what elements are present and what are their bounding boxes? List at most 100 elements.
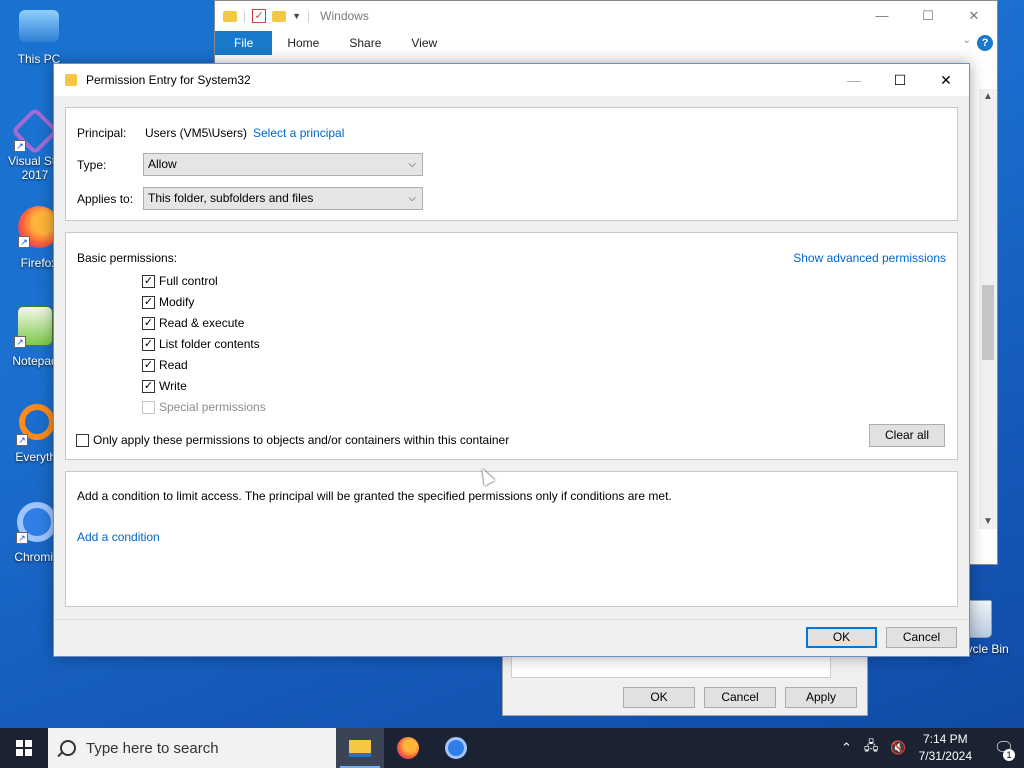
permission-label: Modify [159,295,195,309]
explorer-title-bar[interactable]: | ✓ ▼ | Windows — ☐ ✕ [215,1,997,31]
permission-label: Special permissions [159,400,266,414]
condition-description: Add a condition to limit access. The pri… [77,489,672,503]
windows-logo-icon [16,740,32,756]
maximize-icon[interactable]: ☐ [877,64,923,96]
chevron-up-icon[interactable]: ⌃ [841,740,852,756]
show-advanced-permissions-link[interactable]: Show advanced permissions [793,251,946,265]
system-tray: ⌃ 🖧 🔇 7:14 PM 7/31/2024 🗨 1 [835,728,1024,768]
new-folder-icon[interactable] [272,10,287,22]
speaker-muted-icon[interactable]: 🔇 [890,740,906,756]
permission-modify[interactable]: ✓ Modify [142,294,194,310]
checkbox-checked[interactable]: ✓ [142,295,155,309]
properties-ok-button[interactable]: OK [623,687,695,708]
chevron-down-icon[interactable]: ⌄ [963,35,971,46]
tab-home[interactable]: Home [272,36,334,50]
permission-full-control[interactable]: ✓ Full control [142,273,218,289]
taskbar-firefox[interactable] [384,728,432,768]
permission-label: Write [159,379,187,393]
permission-label: Full control [159,274,218,288]
ribbon-tabs: File Home Share View ⌄ ? [215,31,997,55]
start-button[interactable] [0,728,48,768]
applies-to-label: Applies to: [77,192,134,206]
help-icon[interactable]: ? [977,35,993,51]
checkbox-disabled [142,400,155,414]
file-explorer-icon [349,739,371,757]
add-condition-link[interactable]: Add a condition [77,530,160,544]
dialog-footer-divider [54,619,969,620]
notification-badge: 1 [1003,749,1015,761]
checkbox-checked[interactable]: ✓ [142,316,155,330]
only-apply-label: Only apply these permissions to objects … [93,433,510,447]
taskbar-chromium[interactable] [432,728,480,768]
taskbar-search[interactable]: Type here to search [48,728,336,768]
permission-label: Read & execute [159,316,245,330]
principal-panel: Principal: Users (VM5\Users) Select a pr… [65,107,958,221]
scroll-down-icon[interactable]: ▼ [979,516,997,527]
properties-cancel-button[interactable]: Cancel [704,687,776,708]
explorer-window-controls: — ☐ ✕ [859,1,997,31]
action-center-button[interactable]: 🗨 1 [984,728,1024,768]
minimize-icon[interactable]: — [859,1,905,31]
explorer-scrollbar[interactable]: ▲ ▼ [979,89,997,529]
permission-write[interactable]: ✓ Write [142,378,187,394]
shortcut-arrow-icon: ↗ [16,532,28,544]
scroll-thumb[interactable] [982,285,994,360]
separator: | [307,9,311,23]
dialog-window-controls: — ☐ ✕ [831,64,969,96]
shortcut-arrow-icon: ↗ [16,434,28,446]
search-placeholder: Type here to search [86,739,219,757]
close-icon[interactable]: ✕ [951,1,997,31]
folder-icon [223,10,237,22]
properties-apply-button[interactable]: Apply [785,687,857,708]
principal-value: Users (VM5\Users) [145,126,248,140]
customize-dropdown-icon[interactable]: ▼ [292,11,301,21]
chromium-icon [445,737,467,759]
clock[interactable]: 7:14 PM 7/31/2024 [919,731,972,765]
tab-share[interactable]: Share [334,36,396,50]
permission-entry-dialog[interactable]: Permission Entry for System32 — ☐ ✕ Prin… [53,63,970,657]
search-icon [60,740,76,756]
shortcut-arrow-icon: ↗ [18,236,30,248]
permission-list-folder-contents[interactable]: ✓ List folder contents [142,336,260,352]
permission-read-execute[interactable]: ✓ Read & execute [142,315,244,331]
type-select-value: Allow [148,157,177,171]
separator: | [243,9,247,23]
principal-label: Principal: [77,126,127,140]
condition-panel: Add a condition to limit access. The pri… [65,471,958,607]
applies-to-value: This folder, subfolders and files [148,191,314,205]
explorer-title: Windows [320,9,369,23]
quick-access-toolbar: | ✓ ▼ | [223,9,310,23]
shortcut-arrow-icon: ↗ [14,140,26,152]
clear-all-button[interactable]: Clear all [869,424,945,447]
scroll-up-icon[interactable]: ▲ [979,91,997,102]
checkbox-checked[interactable]: ✓ [142,274,155,288]
cancel-button[interactable]: Cancel [886,627,957,648]
checkbox-checked[interactable]: ✓ [142,337,155,351]
properties-buttons: OK Cancel Apply [623,687,857,708]
firefox-icon [397,737,419,759]
taskbar-file-explorer[interactable] [336,728,384,768]
tab-view[interactable]: View [396,36,452,50]
checkbox-checked[interactable]: ✓ [142,358,155,372]
dialog-title-bar[interactable]: Permission Entry for System32 — ☐ ✕ [54,64,969,96]
network-icon[interactable]: 🖧 [864,737,879,759]
desktop-icon-this-pc[interactable]: This PC [4,10,74,66]
select-principal-link[interactable]: Select a principal [253,126,344,140]
dialog-title: Permission Entry for System32 [86,73,251,87]
permission-read[interactable]: ✓ Read [142,357,188,373]
checkbox-checked[interactable]: ✓ [142,379,155,393]
chevron-down-icon: ⌵ [408,193,416,204]
type-select[interactable]: Allow ⌵ [143,153,423,176]
checkbox-unchecked[interactable] [76,433,89,447]
properties-icon[interactable]: ✓ [252,9,267,23]
taskbar: Type here to search ⌃ 🖧 🔇 7:14 PM 7/31/2… [0,728,1024,768]
tab-file[interactable]: File [215,31,273,55]
permission-label: Read [159,358,188,372]
permission-label: List folder contents [159,337,260,351]
ok-button[interactable]: OK [806,627,877,648]
maximize-icon[interactable]: ☐ [905,1,951,31]
shortcut-arrow-icon: ↗ [14,336,26,348]
applies-to-select[interactable]: This folder, subfolders and files ⌵ [143,187,423,210]
only-apply-option[interactable]: Only apply these permissions to objects … [76,432,509,448]
close-icon[interactable]: ✕ [923,64,969,96]
